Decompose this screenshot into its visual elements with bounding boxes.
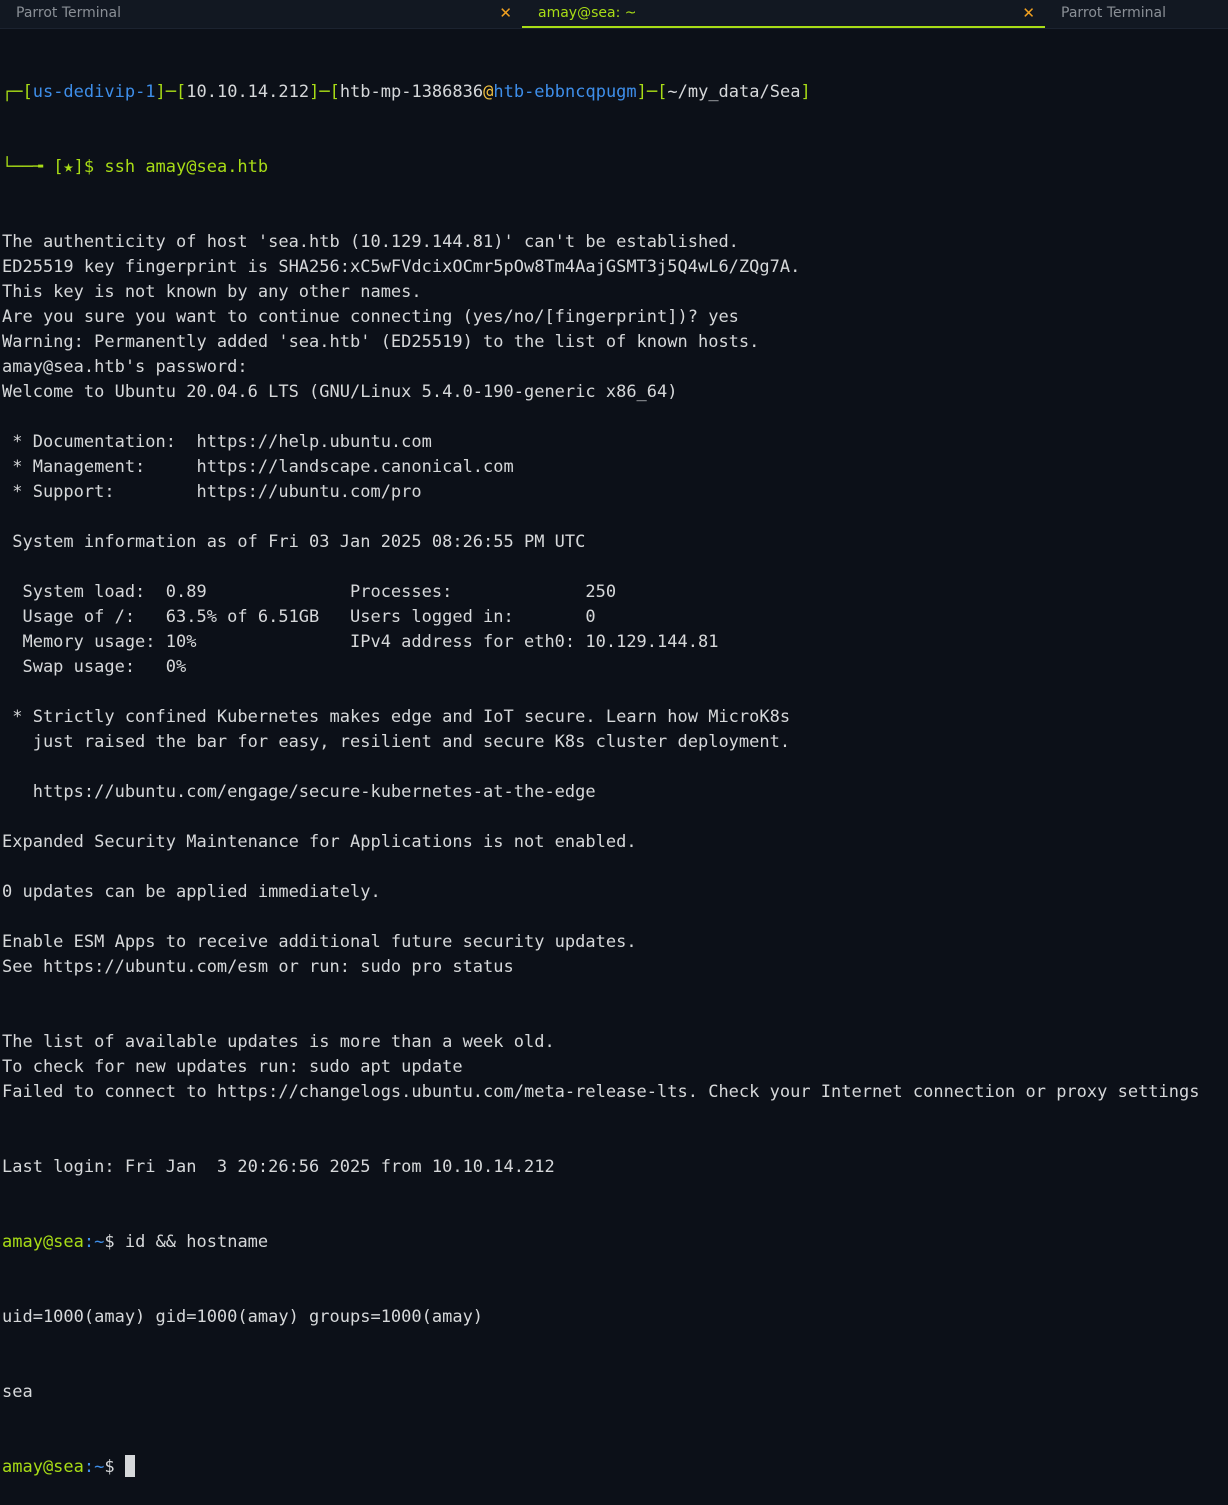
prompt-line-1: ┌─[us-dedivip-1]─[10.10.14.212]─[htb-mp-… [2,82,811,102]
output-line: amay@sea.htb's password: [2,357,258,377]
output-line: Failed to connect to https://changelogs.… [2,1082,1200,1102]
close-icon[interactable]: ✕ [1022,0,1035,26]
output-line: ED25519 key fingerprint is SHA256:xC5wFV… [2,257,801,277]
output-line: * Strictly confined Kubernetes makes edg… [2,707,791,727]
output-line: * Documentation: https://help.ubuntu.com [2,432,432,452]
tab-label: Parrot Terminal [1061,5,1167,21]
prompt-ip: 10.10.14.212 [186,82,310,102]
output-line: just raised the bar for easy, resilient … [2,732,791,752]
shell-prompt-2: amay@sea:~$ [2,1455,1228,1480]
output-line: 0 updates can be applied immediately. [2,882,381,902]
output-line: Expanded Security Maintenance for Applic… [2,832,637,852]
shell-command: id && hostname [124,1232,269,1252]
output-line: To check for new updates run: sudo apt u… [2,1057,463,1077]
output-line: Swap usage: 0% [2,657,187,677]
prompt-host: us-dedivip-1 [32,82,156,102]
output-line: Last login: Fri Jan 3 20:26:56 2025 from… [2,1157,555,1177]
prompt-marker: [★]$ [53,157,105,177]
tab-label: amay@sea: ~ [538,5,637,21]
output-line: System load: 0.89 Processes: 250 [2,582,617,602]
tab-amay-sea[interactable]: amay@sea: ~ ✕ [522,0,1045,28]
output-line: * Support: https://ubuntu.com/pro [2,482,422,502]
close-icon[interactable]: ✕ [499,0,512,26]
prompt-user: htb-mp-1386836 [339,82,484,102]
output-line: Are you sure you want to continue connec… [2,307,739,327]
ssh-output: The authenticity of host 'sea.htb (10.12… [2,230,1228,1180]
tab-label: Parrot Terminal [16,5,122,21]
output-line: Warning: Permanently added 'sea.htb' (ED… [2,332,760,352]
output-line: System information as of Fri 03 Jan 2025… [2,532,586,552]
prompt-path: ~/my_data/Sea [667,82,801,102]
output-line: The authenticity of host 'sea.htb (10.12… [2,232,739,252]
output-line: Enable ESM Apps to receive additional fu… [2,932,637,952]
ssh-command: ssh amay@sea.htb [104,157,269,177]
shell-user-host: amay@sea [2,1232,84,1252]
tab-parrot-terminal-1[interactable]: Parrot Terminal ✕ [0,0,522,28]
tab-bar: Parrot Terminal ✕ amay@sea: ~ ✕ Parrot T… [0,0,1228,29]
output-line: * Management: https://landscape.canonica… [2,457,514,477]
output-line: The list of available updates is more th… [2,1032,555,1052]
command-output-line: sea [2,1382,33,1402]
shell-prompt-1: amay@sea:~$ id && hostname [2,1232,269,1252]
tab-parrot-terminal-2[interactable]: Parrot Terminal [1045,0,1228,28]
output-line: Usage of /: 63.5% of 6.51GB Users logged… [2,607,596,627]
output-line: Welcome to Ubuntu 20.04.6 LTS (GNU/Linux… [2,382,678,402]
output-line: See https://ubuntu.com/esm or run: sudo … [2,957,514,977]
prompt-machine: htb-ebbncqpugm [493,82,637,102]
terminal-output[interactable]: ┌─[us-dedivip-1]─[10.10.14.212]─[htb-mp-… [2,30,1228,1505]
output-line: This key is not known by any other names… [2,282,422,302]
command-output-line: uid=1000(amay) gid=1000(amay) groups=100… [2,1307,484,1327]
output-line: Memory usage: 10% IPv4 address for eth0:… [2,632,719,652]
cursor-block [124,1455,135,1477]
prompt-line-2: └──╼ [★]$ ssh amay@sea.htb [2,157,269,177]
output-line: https://ubuntu.com/engage/secure-kuberne… [2,782,596,802]
